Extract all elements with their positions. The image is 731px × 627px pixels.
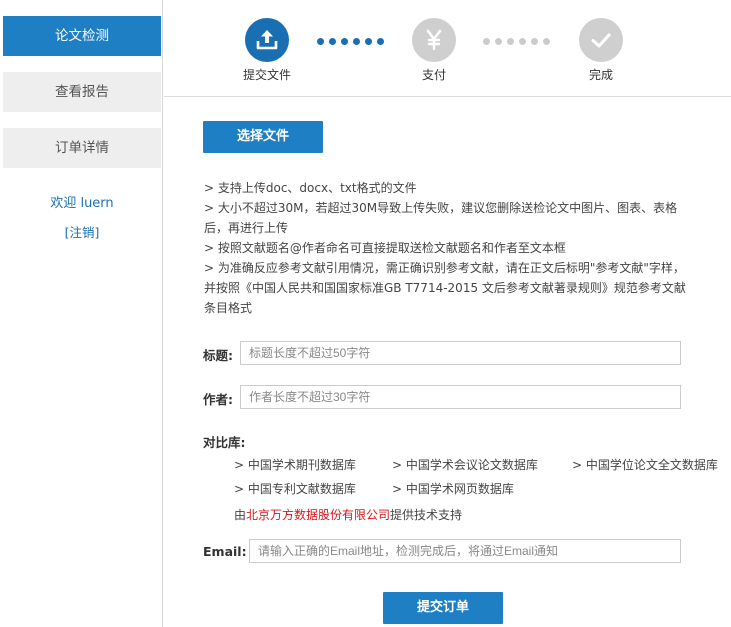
step-connector-2 (483, 38, 550, 46)
welcome-text: 欢迎 luern (50, 196, 114, 211)
tip-item: > 为准确反应参考文献引用情况，需正确识别参考文献，请在正文后标明"参考文献"字… (204, 261, 686, 315)
db-thesis: > 中国学位论文全文数据库 (572, 458, 718, 472)
choose-file-button[interactable]: 选择文件 (203, 121, 323, 153)
tip-item: > 按照文献题名@作者命名可直接提取送检文献题名和作者至文本框 (204, 241, 566, 255)
email-label: Email: (203, 544, 247, 559)
tech-support-note: 由北京万方数据股份有限公司提供技术支持 (234, 506, 462, 523)
db-patent: > 中国专利文献数据库 (234, 482, 356, 496)
step-label-submit: 提交文件 (242, 68, 291, 82)
support-prefix: 由 (234, 508, 247, 522)
sidebar-item-order-details[interactable]: 订单详情 (3, 128, 161, 168)
yen-icon (412, 18, 456, 62)
sidebar-item-view-report[interactable]: 查看报告 (3, 72, 161, 112)
step-label-pay: 支付 (421, 68, 446, 82)
author-input[interactable] (240, 385, 681, 409)
upload-icon (245, 18, 289, 62)
support-company: 北京万方数据股份有限公司 (246, 508, 391, 522)
logout-link[interactable]: [注销] (3, 222, 161, 241)
upload-tips: > 支持上传doc、docx、txt格式的文件 > 大小不超过30M，若超过30… (204, 178, 694, 318)
db-journal: > 中国学术期刊数据库 (234, 458, 356, 472)
tip-item: > 大小不超过30M，若超过30M导致上传失败，建议您删除送检论文中图片、图表、… (204, 201, 678, 235)
email-input[interactable] (249, 539, 681, 563)
db-webpage: > 中国学术网页数据库 (392, 482, 514, 496)
db-conference: > 中国学术会议论文数据库 (392, 458, 538, 472)
author-label: 作者: (203, 392, 233, 407)
title-input[interactable] (240, 341, 681, 365)
step-label-done: 完成 (588, 68, 613, 82)
title-label: 标题: (203, 348, 233, 363)
sidebar-item-paper-check[interactable]: 论文检测 (3, 16, 161, 56)
main-content: 提交文件 支付 完成 选择文件 > 支持上传doc、docx、txt格式的文件 … (164, 0, 731, 627)
sidebar: 论文检测 查看报告 订单详情 欢迎 luern [注销] (0, 0, 163, 627)
progress-steps: 提交文件 支付 完成 (164, 0, 731, 97)
support-suffix: 提供技术支持 (390, 508, 463, 522)
sidebar-item-label: 订单详情 (55, 140, 109, 156)
compare-db-label: 对比库: (203, 435, 246, 450)
sidebar-item-label: 查看报告 (55, 84, 109, 100)
sidebar-item-label: 论文检测 (55, 28, 109, 44)
step-connector-1 (317, 38, 384, 46)
tip-item: > 支持上传doc、docx、txt格式的文件 (204, 181, 417, 195)
submit-order-button[interactable]: 提交订单 (383, 592, 503, 624)
check-icon (579, 18, 623, 62)
